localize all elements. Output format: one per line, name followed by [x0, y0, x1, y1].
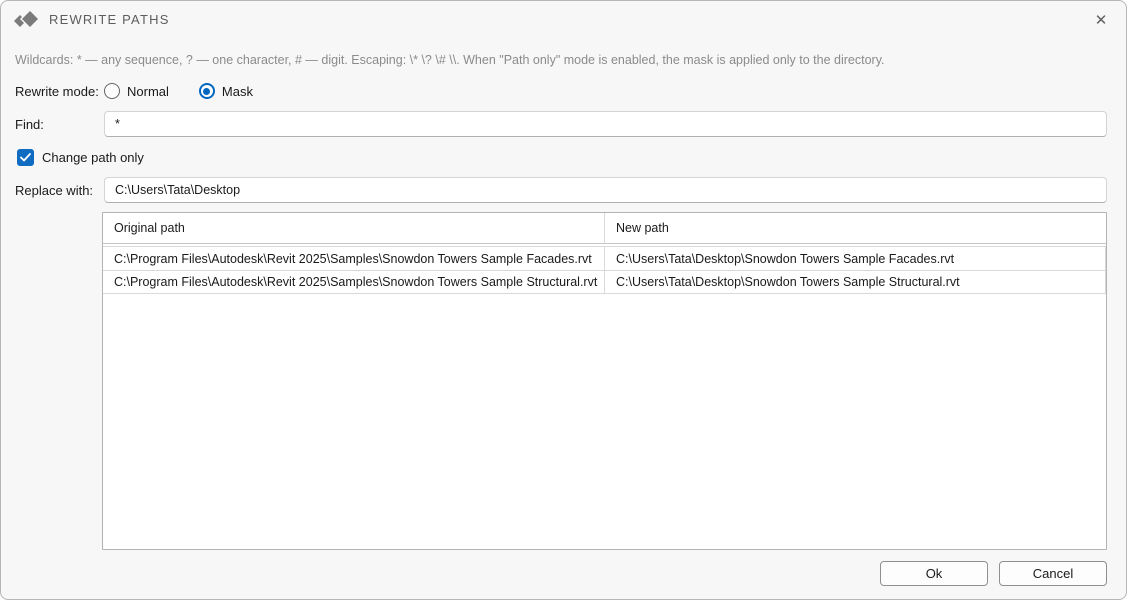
paths-table: Original path New path C:\Program Files\… [102, 212, 1107, 550]
checkbox-checked-icon[interactable] [17, 148, 34, 166]
radio-mask[interactable]: Mask [198, 83, 253, 99]
table-row[interactable]: C:\Program Files\Autodesk\Revit 2025\Sam… [103, 270, 1106, 294]
title-bar: REWRITE PATHS [1, 1, 1126, 37]
page-title: REWRITE PATHS [49, 11, 170, 27]
app-logo-icon [14, 9, 40, 29]
radio-normal-circle-icon[interactable] [104, 83, 120, 99]
rewrite-mode-label: Rewrite mode: [15, 83, 99, 99]
rewrite-paths-dialog: REWRITE PATHS ✕ Wildcards: * — any seque… [0, 0, 1127, 600]
column-header-new-path[interactable]: New path [605, 213, 1106, 243]
replace-label: Replace with: [15, 182, 94, 198]
new-path-cell[interactable]: C:\Users\Tata\Desktop\Snowdon Towers Sam… [605, 247, 1106, 270]
ok-button[interactable]: Ok [880, 561, 988, 586]
original-path-cell[interactable]: C:\Program Files\Autodesk\Revit 2025\Sam… [103, 247, 605, 270]
radio-normal-label: Normal [127, 83, 169, 99]
column-header-original-path[interactable]: Original path [103, 213, 605, 243]
replace-row: Replace with: [15, 177, 1107, 203]
original-path-cell[interactable]: C:\Program Files\Autodesk\Revit 2025\Sam… [103, 271, 605, 293]
rewrite-mode-group: Normal Mask [104, 83, 253, 99]
table-row[interactable]: C:\Program Files\Autodesk\Revit 2025\Sam… [103, 246, 1106, 270]
radio-mask-label: Mask [221, 83, 253, 99]
find-input[interactable] [104, 111, 1107, 137]
wildcards-help-text: Wildcards: * — any sequence, ? — one cha… [15, 53, 885, 67]
find-row: Find: [15, 111, 1107, 137]
radio-normal[interactable]: Normal [104, 83, 169, 99]
replace-input[interactable] [104, 177, 1107, 203]
find-label: Find: [15, 116, 44, 132]
path-only-label: Change path only [42, 149, 144, 165]
path-only-row: Change path only [15, 147, 1107, 167]
close-icon[interactable]: ✕ [1088, 8, 1114, 32]
new-path-cell[interactable]: C:\Users\Tata\Desktop\Snowdon Towers Sam… [605, 271, 1106, 293]
cancel-button[interactable]: Cancel [999, 561, 1107, 586]
dialog-buttons: Ok Cancel [1, 561, 1107, 586]
rewrite-mode-row: Rewrite mode: Normal Mask [15, 81, 1107, 101]
radio-mask-circle-icon[interactable] [198, 83, 215, 99]
path-only-checkbox[interactable]: Change path only [17, 148, 144, 166]
table-header: Original path New path [103, 213, 1106, 244]
